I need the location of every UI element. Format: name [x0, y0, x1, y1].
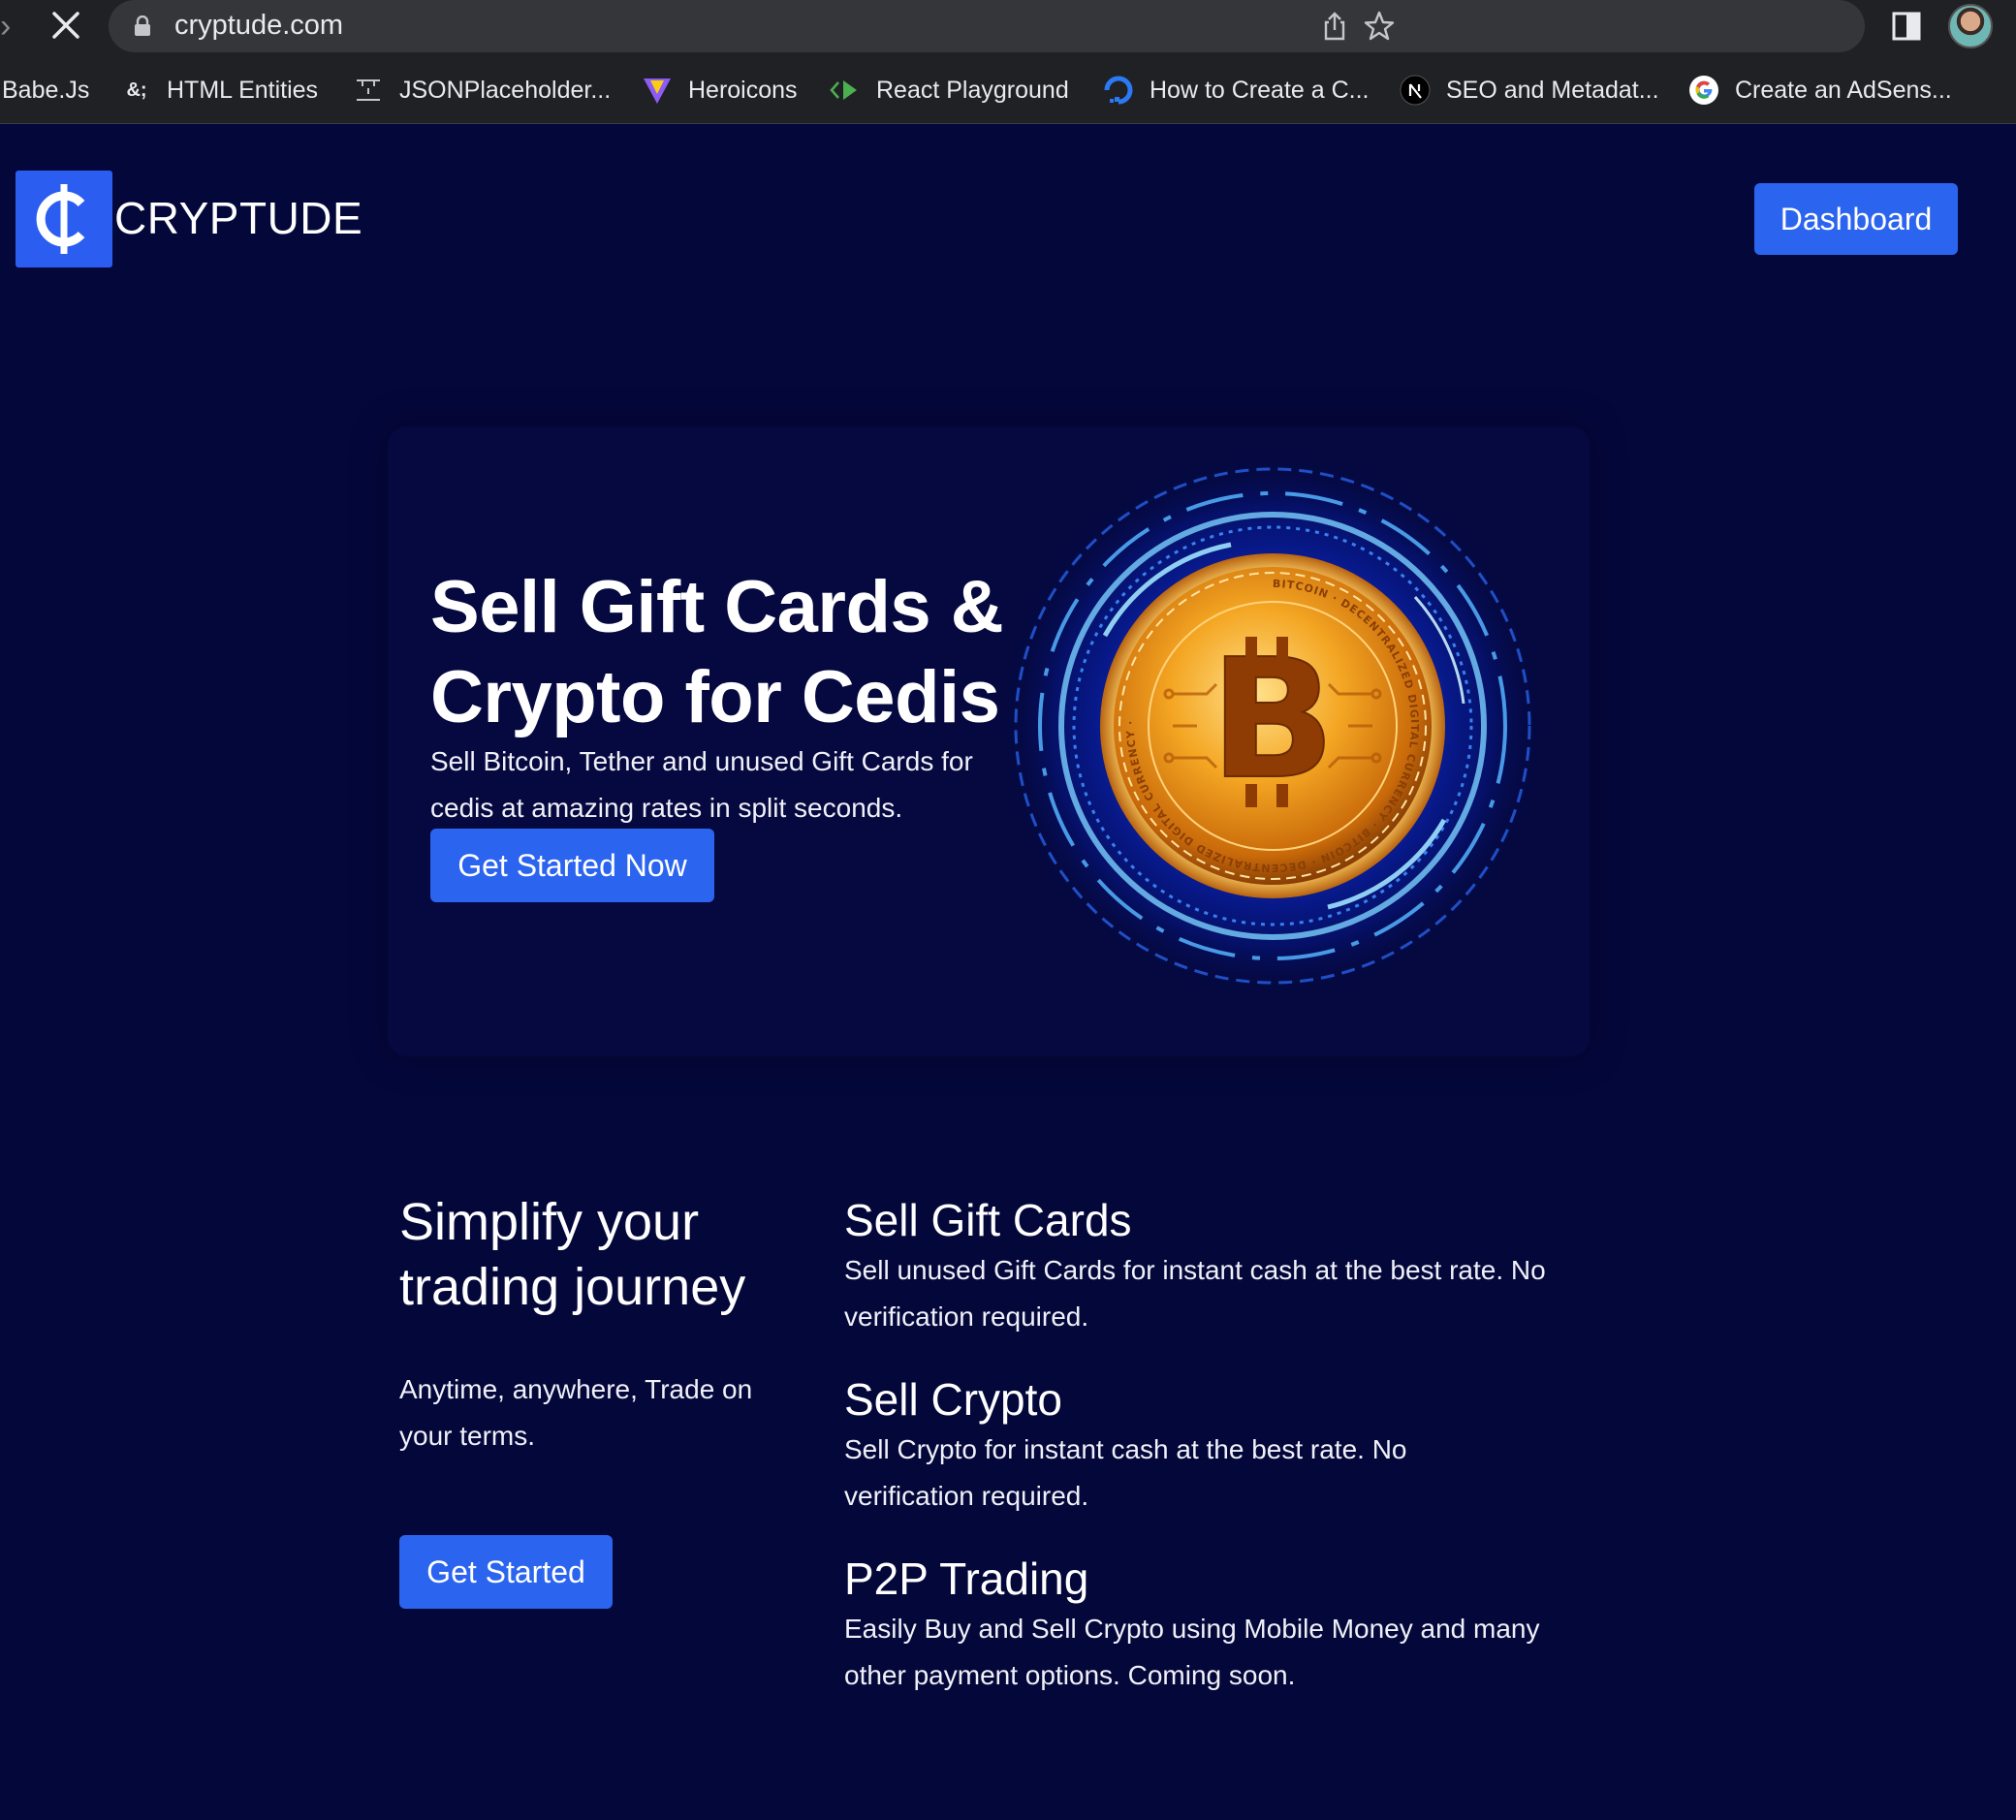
- bitcoin-coin-illustration: BITCOIN · DECENTRALIZED DIGITAL CURRENCY…: [998, 452, 1547, 1000]
- bookmark-heroicons[interactable]: Heroicons: [642, 74, 798, 107]
- bookmark-label: How to Create a C...: [1150, 76, 1370, 104]
- get-started-now-button[interactable]: Get Started Now: [430, 829, 714, 902]
- url-text[interactable]: cryptude.com: [174, 10, 343, 42]
- lock-icon[interactable]: [134, 16, 151, 37]
- bookmark-label: JSONPlaceholder...: [399, 76, 612, 104]
- bookmark-label: Heroicons: [688, 76, 798, 104]
- browser-toolbar: › cryptude.com: [0, 0, 2016, 56]
- feature-title-sell-gift-cards: Sell Gift Cards: [844, 1195, 1132, 1245]
- feature-desc-p2p-trading: Easily Buy and Sell Crypto using Mobile …: [844, 1614, 1540, 1690]
- bookmarks-bar: Babe.Js &; HTML Entities JSONPlaceholder…: [0, 56, 2016, 124]
- bookmark-jsonplaceholder[interactable]: JSONPlaceholder...: [353, 74, 611, 107]
- stop-loading-icon[interactable]: [48, 8, 83, 43]
- react-playground-icon: [830, 80, 857, 100]
- bookmark-how-to-create[interactable]: How to Create a C...: [1103, 74, 1369, 107]
- profile-avatar[interactable]: [1948, 4, 1993, 48]
- logo-mark[interactable]: [16, 171, 112, 267]
- bookmark-label: React Playground: [876, 76, 1069, 104]
- ampersand-icon: &;: [126, 78, 147, 101]
- nextjs-icon: [1400, 75, 1431, 106]
- side-panel-icon[interactable]: [1892, 12, 1923, 41]
- dashboard-button[interactable]: Dashboard: [1754, 183, 1958, 255]
- bookmark-babejs[interactable]: Babe.Js: [2, 74, 89, 107]
- bookmark-react-playground[interactable]: React Playground: [830, 74, 1069, 107]
- get-started-button[interactable]: Get Started: [399, 1535, 613, 1609]
- feature-title-sell-crypto: Sell Crypto: [844, 1374, 1062, 1425]
- bookmark-html-entities[interactable]: &; HTML Entities: [122, 74, 318, 107]
- bookmark-label: HTML Entities: [167, 76, 319, 104]
- hero-title: Sell Gift Cards & Crypto for Cedis: [430, 566, 1004, 738]
- google-icon: [1689, 76, 1718, 105]
- features-subheading: Anytime, anywhere, Trade on your terms.: [399, 1374, 753, 1451]
- bookmark-label: Create an AdSens...: [1735, 76, 1952, 104]
- logo-text[interactable]: CRYPTUDE: [114, 192, 362, 244]
- forward-arrow-icon[interactable]: ›: [0, 10, 19, 43]
- cedi-logo-icon: [36, 184, 85, 254]
- svg-text:B: B: [1210, 624, 1336, 816]
- address-bar[interactable]: cryptude.com: [109, 0, 1865, 52]
- digitalocean-icon: [1104, 76, 1133, 105]
- share-icon[interactable]: [1318, 10, 1351, 43]
- feature-desc-sell-crypto: Sell Crypto for instant cash at the best…: [844, 1434, 1407, 1511]
- heroicons-icon: [644, 78, 671, 104]
- features-heading: Simplify your trading journey: [399, 1193, 746, 1316]
- feature-title-p2p-trading: P2P Trading: [844, 1553, 1089, 1604]
- bookmark-label: SEO and Metadat...: [1446, 76, 1659, 104]
- bookmark-seo-metadata[interactable]: SEO and Metadat...: [1400, 74, 1659, 107]
- bookmark-label: Babe.Js: [2, 76, 90, 104]
- hero-subtitle: Sell Bitcoin, Tether and unused Gift Car…: [430, 746, 973, 823]
- feature-desc-sell-gift-cards: Sell unused Gift Cards for instant cash …: [844, 1255, 1546, 1332]
- bookmark-star-icon[interactable]: [1363, 10, 1396, 43]
- bookmark-adsense[interactable]: Create an AdSens...: [1688, 74, 1952, 107]
- json-placeholder-icon: [357, 79, 380, 101]
